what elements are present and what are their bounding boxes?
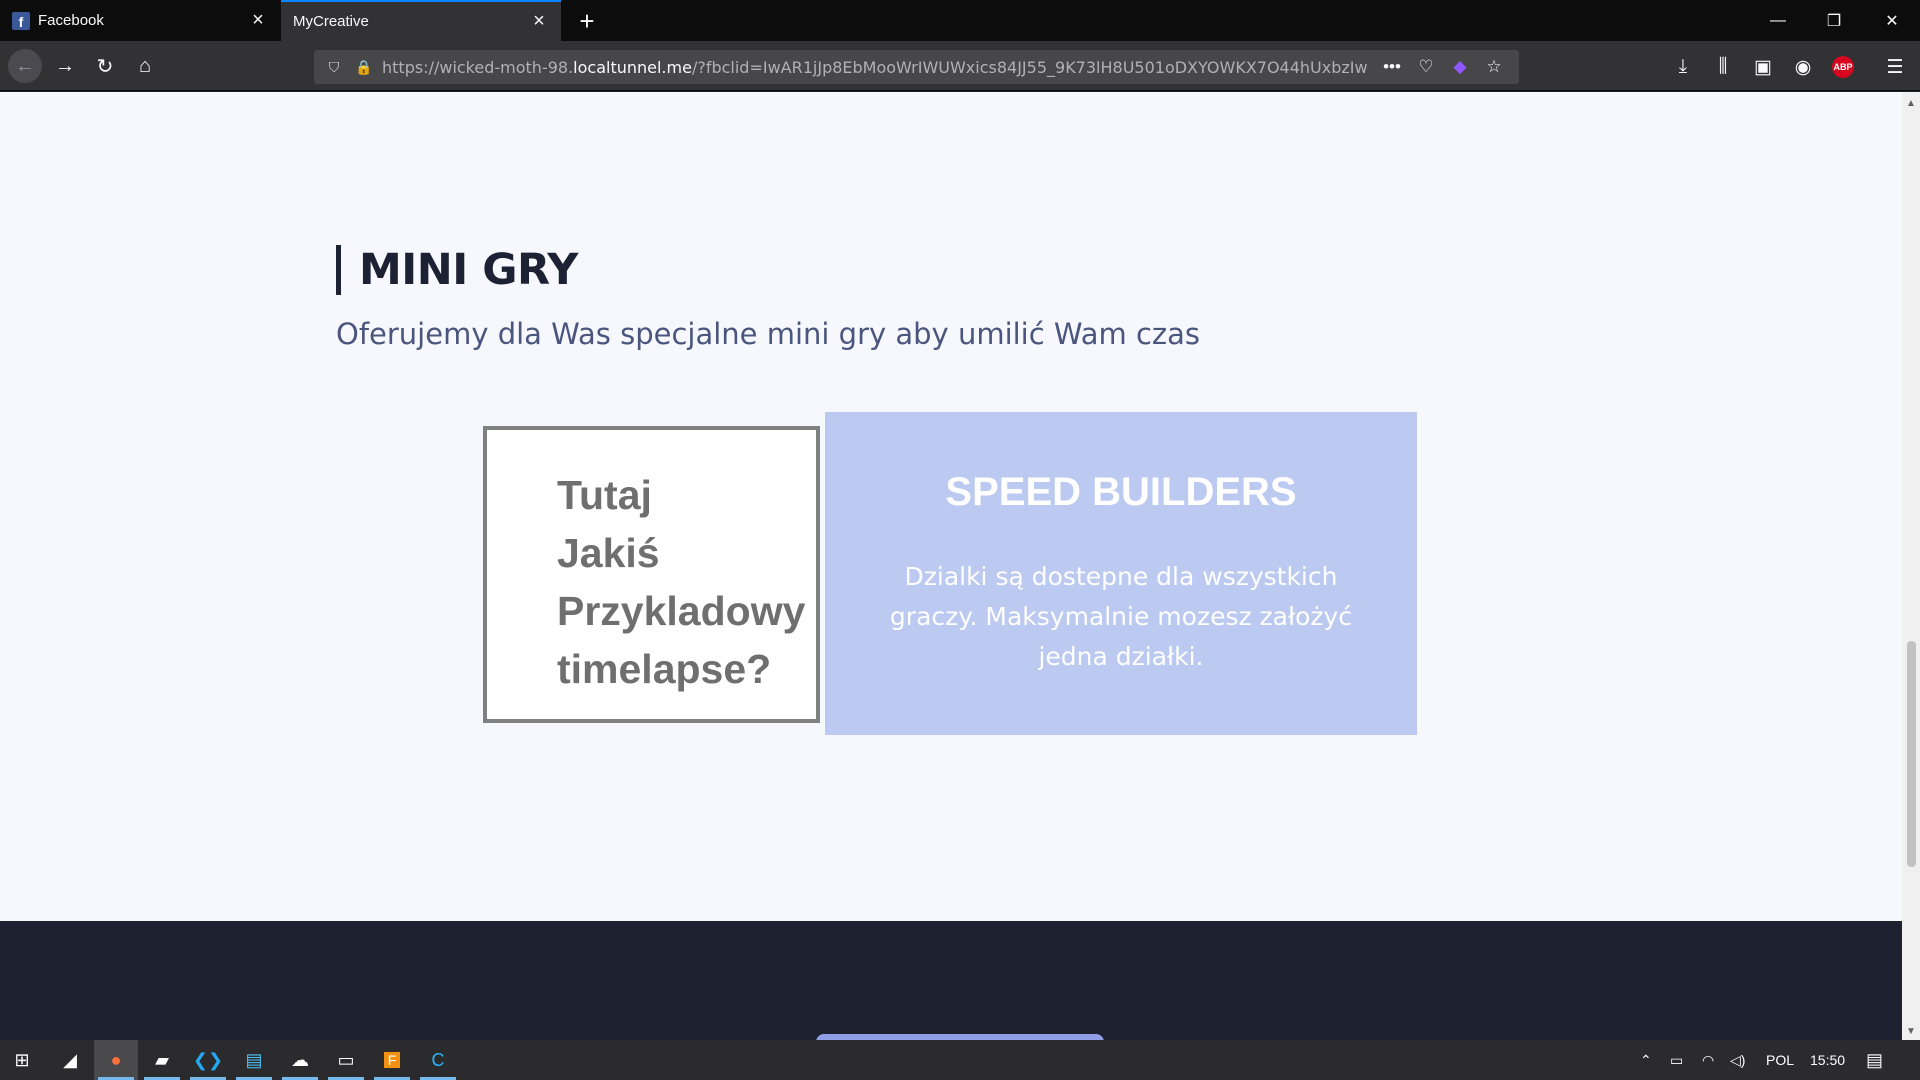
facebook-icon: f: [12, 11, 30, 30]
close-window-icon[interactable]: ✕: [1864, 0, 1920, 41]
card-description: Dzialki są dostepne dla wszystkich gracz…: [889, 562, 1353, 671]
account-icon[interactable]: ◉: [1786, 50, 1820, 84]
home-button[interactable]: ⌂: [128, 49, 162, 83]
section-title: MINI GRY: [336, 245, 578, 295]
tab-strip: f Facebook × MyCreative × + — ❐ ✕: [0, 0, 1920, 41]
sidebar-icon[interactable]: ▣: [1746, 50, 1780, 84]
pocket-icon[interactable]: ♡: [1409, 52, 1443, 82]
section-subtitle: Oferujemy dla Was specjalne mini gry aby…: [336, 317, 1201, 351]
back-button[interactable]: ←: [8, 49, 42, 83]
minimize-icon[interactable]: —: [1750, 0, 1806, 41]
extension-icon[interactable]: ◆: [1443, 52, 1477, 82]
volume-icon[interactable]: ◁): [1730, 1040, 1745, 1080]
app-3-icon[interactable]: ▰: [140, 1040, 184, 1080]
bookmark-star-icon[interactable]: ☆: [1477, 52, 1511, 82]
app-8-icon[interactable]: F: [370, 1040, 414, 1080]
windows-start-icon[interactable]: ⊞: [0, 1040, 44, 1080]
menu-icon[interactable]: ☰: [1878, 50, 1912, 84]
app-5-icon[interactable]: ▤: [232, 1040, 276, 1080]
close-tab-icon[interactable]: ×: [529, 10, 549, 32]
page-scrollbar[interactable]: ▲ ▼: [1902, 92, 1920, 1040]
battery-icon[interactable]: ▭: [1670, 1040, 1683, 1080]
close-tab-icon[interactable]: ×: [248, 9, 268, 31]
wifi-icon[interactable]: ◠: [1702, 1040, 1714, 1080]
minigame-card: SPEED BUILDERS Dzialki są dostepne dla w…: [825, 412, 1417, 735]
timelapse-placeholder-box: Tutaj Jakiś Przykladowy timelapse?: [483, 426, 820, 723]
scroll-down-icon[interactable]: ▼: [1902, 1022, 1920, 1040]
notifications-icon[interactable]: ▤: [1866, 1040, 1883, 1080]
adblock-plus-icon[interactable]: ABP: [1826, 50, 1860, 84]
tab-title: Facebook: [38, 12, 104, 29]
new-tab-button[interactable]: +: [572, 6, 602, 36]
firefox-icon[interactable]: ●: [94, 1040, 138, 1080]
terminal-icon[interactable]: ▭: [324, 1040, 368, 1080]
tracking-shield-icon[interactable]: ⛉: [322, 55, 346, 79]
forward-button[interactable]: →: [48, 49, 82, 83]
address-bar[interactable]: ⛉ 🔒 https://wicked-moth-98.localtunnel.m…: [314, 50, 1519, 84]
vscode-icon[interactable]: ❮❯: [186, 1040, 230, 1080]
app-6-icon[interactable]: ☁: [278, 1040, 322, 1080]
reload-button[interactable]: ↻: [88, 49, 122, 83]
scroll-up-icon[interactable]: ▲: [1902, 94, 1920, 112]
windows-taskbar: ⊞ ◢ ● ▰ ❮❯ ▤ ☁ ▭ F C ⌃ ▭ ◠ ◁) POL 15:50 …: [0, 1040, 1920, 1080]
navigation-toolbar: ← → ↻ ⌂ ⛉ 🔒 https://wicked-moth-98.local…: [0, 41, 1920, 91]
lock-icon[interactable]: 🔒: [352, 55, 376, 79]
page-footer: [0, 921, 1902, 1048]
downloads-icon[interactable]: ⤓: [1666, 50, 1700, 84]
url-text[interactable]: https://wicked-moth-98.localtunnel.me/?f…: [382, 58, 1375, 77]
page-actions-icon[interactable]: •••: [1375, 52, 1409, 82]
tab-mycreative[interactable]: MyCreative ×: [281, 0, 561, 41]
language-indicator[interactable]: POL: [1766, 1040, 1794, 1080]
tab-title: MyCreative: [293, 13, 369, 30]
library-icon[interactable]: ⫼: [1706, 50, 1740, 84]
show-hidden-icons[interactable]: ⌃: [1640, 1040, 1652, 1080]
scroll-thumb[interactable]: [1907, 641, 1916, 867]
card-title: SPEED BUILDERS: [945, 470, 1297, 514]
clock[interactable]: 15:50: [1810, 1040, 1845, 1080]
web-page: MINI GRY Oferujemy dla Was specjalne min…: [0, 92, 1902, 921]
app-1-icon[interactable]: ◢: [48, 1040, 92, 1080]
restore-icon[interactable]: ❐: [1806, 0, 1862, 41]
timelapse-placeholder-text: Tutaj Jakiś Przykladowy timelapse?: [557, 472, 806, 692]
app-9-icon[interactable]: C: [416, 1040, 460, 1080]
tab-facebook[interactable]: f Facebook ×: [0, 0, 280, 41]
